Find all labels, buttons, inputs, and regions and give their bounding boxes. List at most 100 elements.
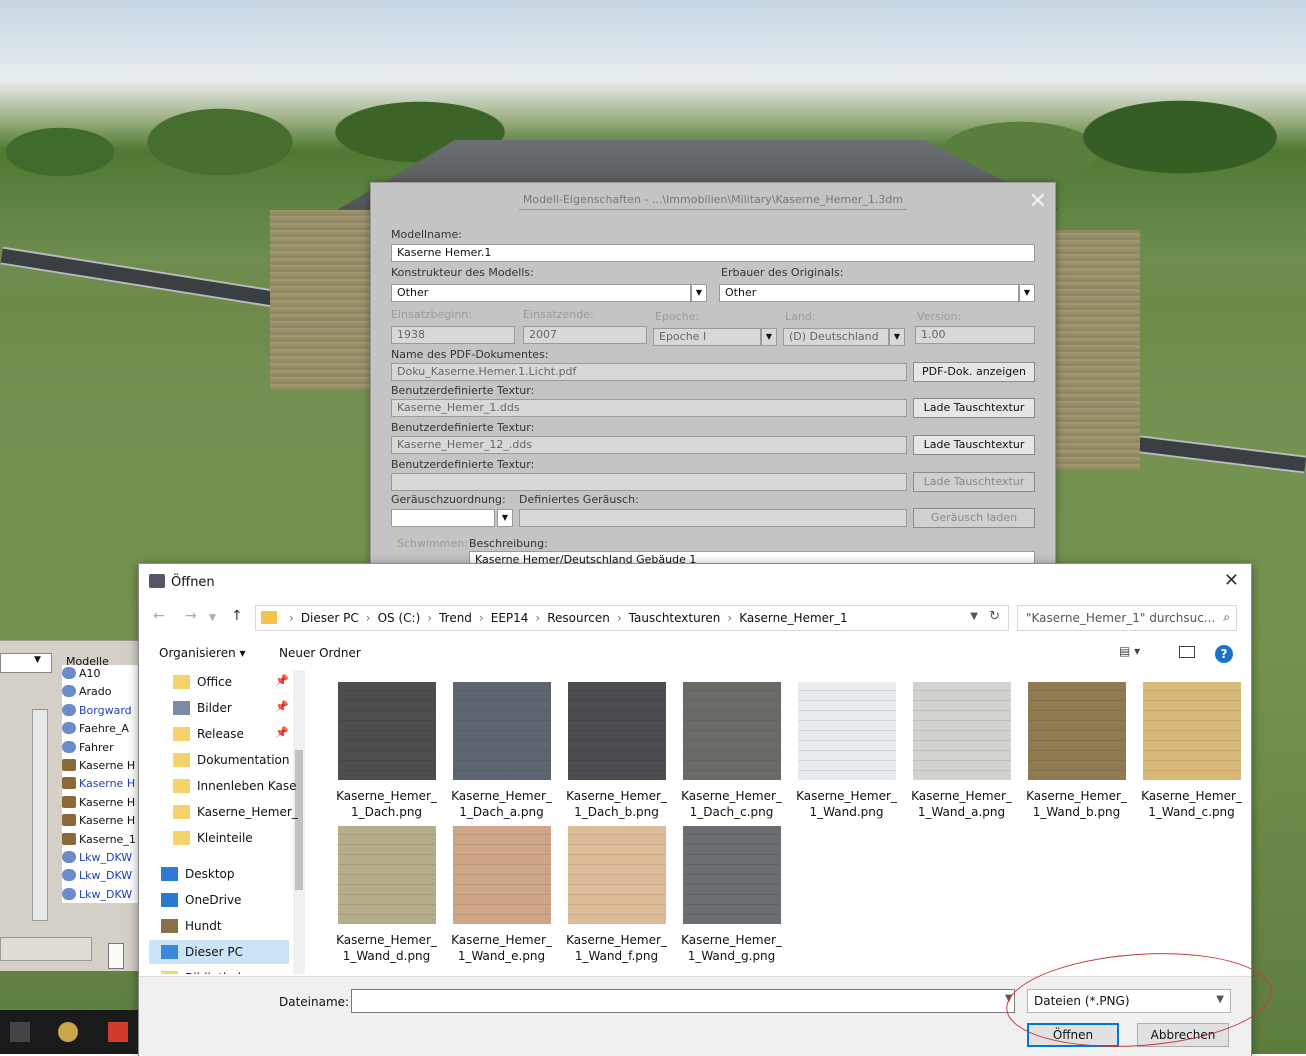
breadcrumb-item[interactable]: Trend	[439, 611, 472, 625]
nav-item[interactable]: Hundt	[149, 914, 289, 938]
filename-input[interactable]	[351, 989, 1015, 1013]
up-arrow-icon[interactable]: ↑	[231, 608, 243, 624]
help-icon[interactable]: ?	[1215, 645, 1233, 663]
list-item[interactable]: Kaserne_1	[62, 831, 145, 849]
chevron-down-icon[interactable]: ▼	[209, 613, 216, 623]
pdf-icon[interactable]	[108, 1022, 128, 1042]
pin-icon: 📌	[275, 726, 289, 739]
list-item[interactable]: Lkw_DKW	[62, 886, 145, 903]
close-icon[interactable]: ✕	[1029, 189, 1047, 214]
list-item[interactable]: Faehre_A	[62, 720, 145, 738]
erbauer-select[interactable]: Other	[719, 284, 1019, 302]
load-texture-button[interactable]: Lade Tauschtextur	[913, 472, 1035, 492]
breadcrumb[interactable]: › Dieser PC › OS (C:) › Trend › EEP14 › Resourcen…	[282, 611, 848, 625]
nav-item[interactable]: Innenleben Kase	[149, 774, 301, 798]
list-item[interactable]: Lkw_DKW	[62, 849, 145, 867]
modellname-field[interactable]: Kaserne Hemer.1	[391, 244, 1035, 262]
nav-item[interactable]: Release 📌	[149, 722, 301, 746]
geraeusch-select[interactable]	[391, 509, 495, 527]
list-item[interactable]: Kaserne H	[62, 757, 145, 775]
file-item[interactable]: Kaserne_Hemer_ 1_Dach.png	[329, 676, 444, 819]
list-item[interactable]: Borgward	[62, 702, 145, 720]
list-item[interactable]: Kaserne H	[62, 794, 145, 812]
textur3-field[interactable]	[391, 473, 907, 491]
file-item[interactable]: Kaserne_Hemer_ 1_Wand.png	[789, 676, 904, 819]
nav-item[interactable]: Bibliotheken	[149, 966, 289, 974]
chevron-down-icon[interactable]: ▼	[1019, 284, 1035, 302]
chevron-down-icon[interactable]: ▼	[34, 655, 41, 665]
list-item[interactable]: A10	[62, 665, 145, 683]
chevron-down-icon[interactable]: ▼	[761, 328, 777, 346]
pdf-field[interactable]: Doku_Kaserne.Hemer.1.Licht.pdf	[391, 363, 907, 381]
nav-item[interactable]: Kaserne_Hemer_	[149, 800, 301, 824]
file-item[interactable]: Kaserne_Hemer_ 1_Wand_b.png	[1019, 676, 1134, 819]
road	[0, 246, 300, 312]
konstrukteur-select[interactable]: Other	[391, 284, 691, 302]
chevron-down-icon[interactable]: ▼	[691, 284, 707, 302]
nav-item[interactable]: Office 📌	[149, 670, 301, 694]
breadcrumb-item[interactable]: OS (C:)	[378, 611, 421, 625]
new-folder-button[interactable]: Neuer Ordner	[279, 646, 361, 660]
file-item[interactable]: Kaserne_Hemer_ 1_Wand_d.png	[329, 820, 444, 963]
forward-arrow-icon[interactable]: →	[185, 608, 197, 624]
breadcrumb-item[interactable]: Kaserne_Hemer_1	[739, 611, 847, 625]
nav-item[interactable]: Desktop	[149, 862, 289, 886]
slider-handle[interactable]	[108, 943, 124, 969]
breadcrumb-item[interactable]: EEP14	[491, 611, 529, 625]
load-texture-button[interactable]: Lade Tauschtextur	[913, 398, 1035, 418]
taskbar-app-icon[interactable]	[58, 1022, 78, 1042]
file-item[interactable]: Kaserne_Hemer_ 1_Wand_g.png	[674, 820, 789, 963]
chevron-right-icon: ›	[427, 611, 433, 625]
list-item[interactable]: Fahrer	[62, 739, 145, 757]
nav-item[interactable]: Kleinteile	[149, 826, 301, 850]
file-item[interactable]: Kaserne_Hemer_ 1_Wand_e.png	[444, 820, 559, 963]
search-input[interactable]: "Kaserne_Hemer_1" durchsuc... ⌕	[1017, 605, 1237, 631]
close-icon[interactable]: ✕	[1224, 570, 1239, 591]
land-select[interactable]: (D) Deutschland	[783, 328, 889, 346]
list-item[interactable]: Kaserne H	[62, 775, 145, 793]
defined-sound-field[interactable]	[519, 509, 907, 527]
models-list[interactable]: A10 Arado Borgward Faehre_A Fahrer Kaserne H K…	[62, 665, 145, 903]
version-field[interactable]: 1.00	[915, 326, 1035, 344]
epoche-label: Epoche:	[655, 310, 700, 323]
file-name-line: 1_Dach_a.png	[459, 805, 544, 819]
list-item[interactable]: Lkw_DKW	[62, 867, 145, 885]
einsatzbeginn-field[interactable]: 1938	[391, 326, 515, 344]
einsatzende-field[interactable]: 2007	[523, 326, 647, 344]
refresh-icon[interactable]: ↻	[989, 609, 1000, 624]
view-options-icon[interactable]: ▤ ▾	[1119, 644, 1140, 658]
breadcrumb-item[interactable]: Dieser PC	[301, 611, 359, 625]
file-item[interactable]: Kaserne_Hemer_ 1_Dach_c.png	[674, 676, 789, 819]
nav-item[interactable]: Dieser PC	[149, 940, 289, 964]
slider-track[interactable]	[0, 937, 92, 961]
textur2-field[interactable]: Kaserne_Hemer_12_.dds	[391, 436, 907, 454]
file-item[interactable]: Kaserne_Hemer_ 1_Dach_b.png	[559, 676, 674, 819]
file-item[interactable]: Kaserne_Hemer_ 1_Wand_a.png	[904, 676, 1019, 819]
breadcrumb-item[interactable]: Resourcen	[547, 611, 610, 625]
list-item[interactable]: Arado	[62, 683, 145, 701]
nav-item[interactable]: Bilder 📌	[149, 696, 301, 720]
chevron-down-icon[interactable]: ▼	[497, 509, 513, 527]
load-texture-button[interactable]: Lade Tauschtextur	[913, 435, 1035, 455]
scrollbar[interactable]	[32, 709, 48, 921]
nav-item[interactable]: Dokumentation	[149, 748, 301, 772]
file-item[interactable]: Kaserne_Hemer_ 1_Wand_c.png	[1134, 676, 1249, 819]
back-arrow-icon[interactable]: ←	[153, 608, 165, 624]
list-item[interactable]: Kaserne H	[62, 812, 145, 830]
chevron-down-icon[interactable]: ▼	[970, 611, 978, 622]
address-bar[interactable]: › Dieser PC › OS (C:) › Trend › EEP14 › Resourcen…	[255, 605, 1009, 631]
preview-pane-icon[interactable]	[1179, 646, 1195, 658]
chevron-down-icon[interactable]: ▼	[889, 328, 905, 346]
file-item[interactable]: Kaserne_Hemer_ 1_Wand_f.png	[559, 820, 674, 963]
nav-item[interactable]: OneDrive	[149, 888, 289, 912]
textur1-field[interactable]: Kaserne_Hemer_1.dds	[391, 399, 907, 417]
file-item[interactable]: Kaserne_Hemer_ 1_Dach_a.png	[444, 676, 559, 819]
epoche-select[interactable]: Epoche I	[653, 328, 761, 346]
breadcrumb-item[interactable]: Tauschtexturen	[629, 611, 721, 625]
pdf-show-button[interactable]: PDF-Dok. anzeigen	[913, 362, 1035, 382]
organize-button[interactable]: Organisieren ▾	[159, 646, 246, 660]
category-select[interactable]	[0, 653, 52, 673]
taskbar-app-icon[interactable]	[10, 1022, 30, 1042]
load-sound-button[interactable]: Geräusch laden	[913, 508, 1035, 528]
texture-thumbnail	[682, 826, 781, 924]
